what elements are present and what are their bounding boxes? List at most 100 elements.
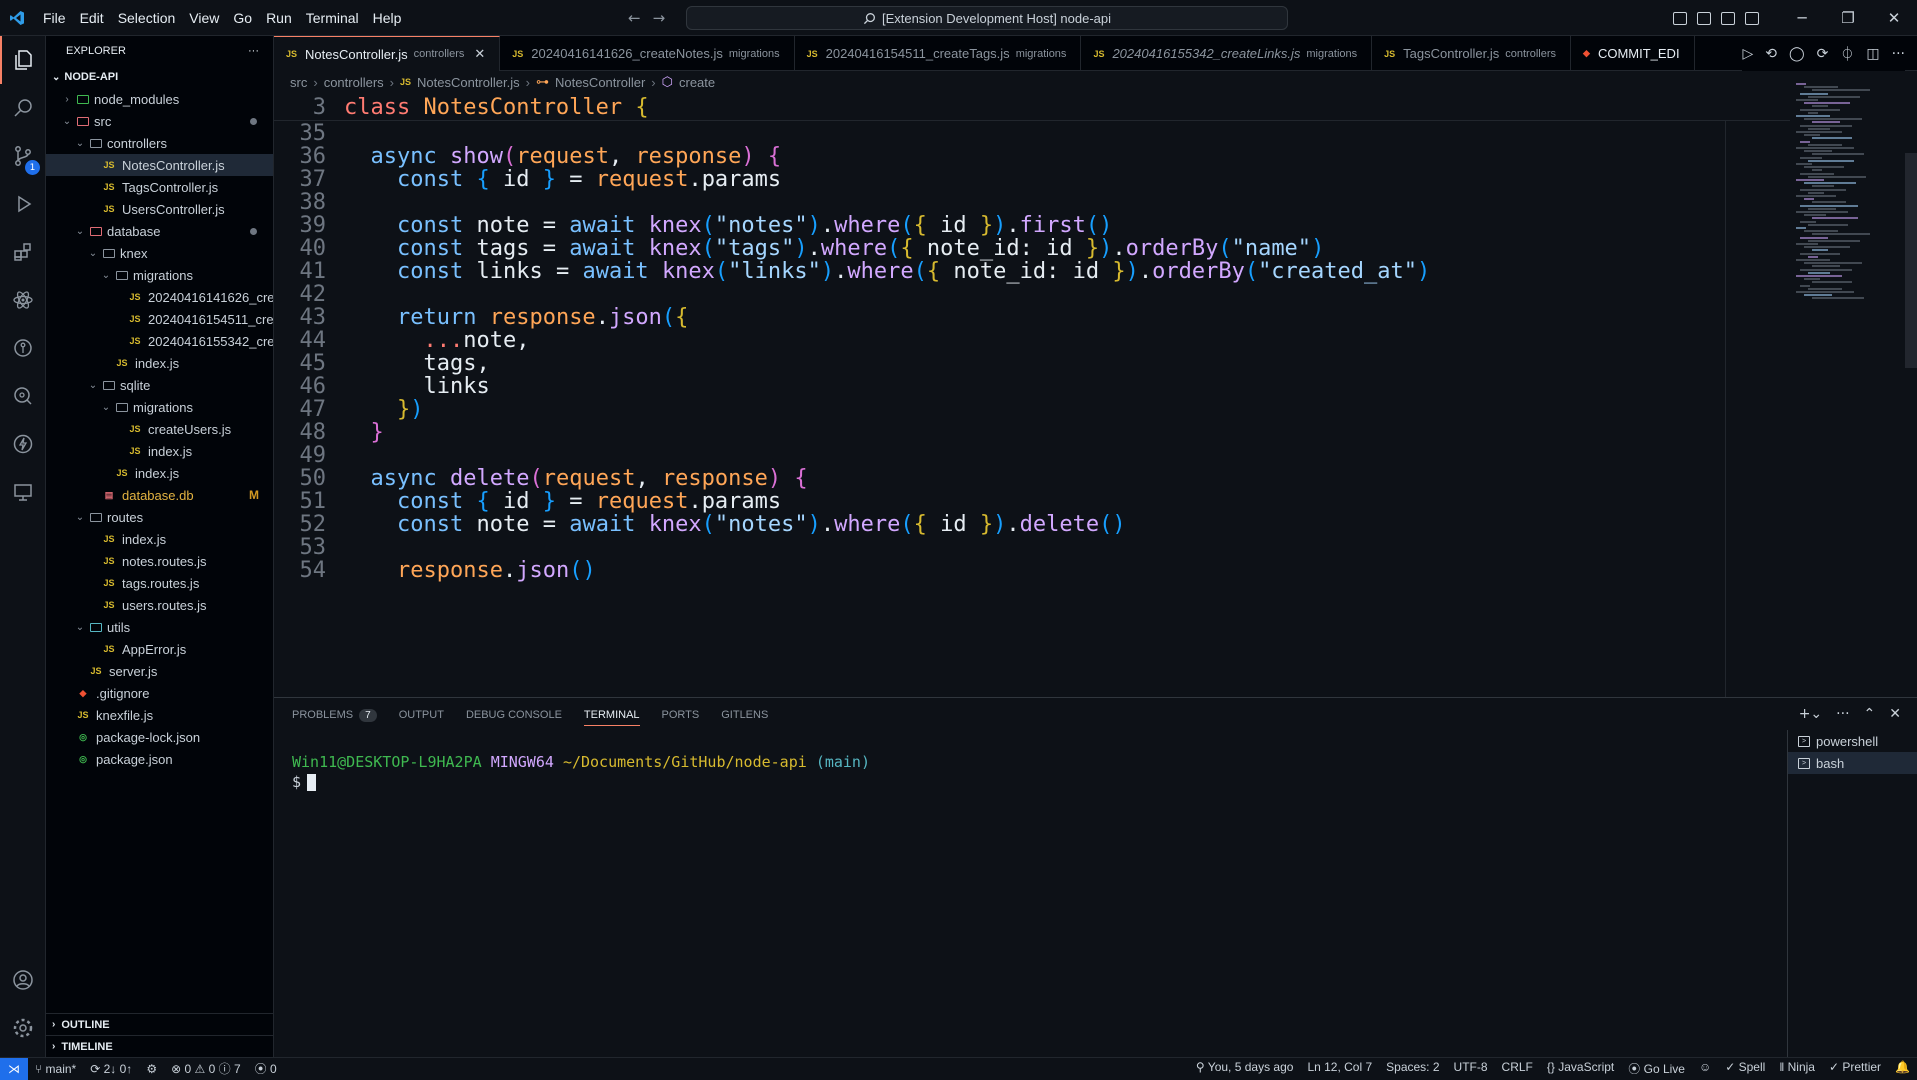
status-language[interactable]: {} JavaScript	[1540, 1060, 1621, 1077]
tree-item[interactable]: ⌄ routes	[46, 506, 273, 528]
remote-indicator-icon[interactable]: ⋊	[0, 1057, 28, 1080]
source-control-icon[interactable]: 1	[0, 132, 46, 180]
tree-item[interactable]: ⌄ migrations	[46, 264, 273, 286]
commit-icon[interactable]: ◯	[1789, 46, 1805, 62]
editor-tab[interactable]: JS 20240416155342_createLinks.js migration…	[1081, 36, 1373, 71]
search-activity-icon[interactable]	[0, 84, 46, 132]
back-arrow-icon[interactable]: ←	[628, 9, 641, 27]
split-editor-icon[interactable]: ◫	[1866, 46, 1879, 62]
explorer-icon[interactable]	[0, 36, 46, 84]
tree-item[interactable]: JS knexfile.js	[46, 704, 273, 726]
tree-item[interactable]: › node_modules	[46, 88, 273, 110]
status-blame[interactable]: ⚲ You, 5 days ago	[1189, 1060, 1301, 1077]
editor-tab[interactable]: JS 20240416141626_createNotes.js migration…	[500, 36, 795, 71]
menu-item-selection[interactable]: Selection	[111, 0, 183, 36]
tree-item[interactable]: JS TagsController.js	[46, 176, 273, 198]
notifications-bell-icon[interactable]: 🔔	[1888, 1060, 1917, 1077]
open-changes-icon[interactable]: ⟲	[1765, 46, 1777, 62]
tree-item[interactable]: ◎ package-lock.json	[46, 726, 273, 748]
explorer-more-button[interactable]: ···	[248, 45, 259, 57]
next-change-icon[interactable]: ⟳	[1817, 46, 1829, 62]
accounts-icon[interactable]	[0, 956, 46, 1004]
tree-item[interactable]: ⌄ sqlite	[46, 374, 273, 396]
status-copilot-icon[interactable]: ☺	[1692, 1060, 1718, 1077]
status-golive[interactable]: ⦿ Go Live	[1621, 1060, 1692, 1077]
menu-item-edit[interactable]: Edit	[73, 0, 111, 36]
tree-item[interactable]: ⌄ knex	[46, 242, 273, 264]
gitlens-inspect-icon[interactable]	[0, 372, 46, 420]
menu-item-go[interactable]: Go	[226, 0, 259, 36]
breadcrumb-item[interactable]: NotesController	[555, 75, 645, 90]
menu-item-terminal[interactable]: Terminal	[299, 0, 366, 36]
panel-tab-terminal[interactable]: TERMINAL	[583, 704, 640, 726]
status-spell[interactable]: ✓ Spell	[1718, 1060, 1772, 1077]
timeline-section[interactable]: › TIMELINE	[46, 1035, 274, 1057]
tree-item[interactable]: ◎ package.json	[46, 748, 273, 770]
new-terminal-icon[interactable]: +⌄	[1799, 706, 1822, 722]
status-gitlens-icon[interactable]: ⚙	[139, 1062, 164, 1076]
forward-arrow-icon[interactable]: →	[653, 9, 666, 27]
tree-item[interactable]: JS index.js	[46, 440, 273, 462]
tree-item[interactable]: JS index.js	[46, 352, 273, 374]
breadcrumb-item[interactable]: create	[679, 75, 715, 90]
tree-item[interactable]: ⌄ migrations	[46, 396, 273, 418]
breadcrumb-item[interactable]: src	[290, 75, 307, 90]
toggle-sidebar-icon[interactable]	[1673, 11, 1687, 25]
status-spaces[interactable]: Spaces: 2	[1379, 1060, 1446, 1077]
menu-item-view[interactable]: View	[182, 0, 226, 36]
terminal-instance[interactable]: > bash	[1788, 752, 1917, 774]
command-center[interactable]: [Extension Development Host] node-api	[686, 6, 1288, 30]
status-sync[interactable]: ⟳ 2↓ 0↑	[83, 1062, 139, 1076]
code-editor[interactable]: 3class NotesController { 34 }3536 async …	[274, 93, 1790, 697]
tree-item[interactable]: ⌄ controllers	[46, 132, 273, 154]
settings-gear-icon[interactable]	[0, 1004, 46, 1052]
extensions-icon[interactable]	[0, 228, 46, 276]
tree-item[interactable]: JS server.js	[46, 660, 273, 682]
breadcrumb-item[interactable]: controllers	[324, 75, 384, 90]
status-prettier[interactable]: ✓ Prettier	[1822, 1060, 1888, 1077]
toggle-panel-icon[interactable]	[1697, 11, 1711, 25]
close-window-button[interactable]: ✕	[1871, 0, 1917, 36]
editor-tab[interactable]: JS TagsController.js controllers	[1372, 36, 1572, 71]
tree-item[interactable]: ◆ .gitignore	[46, 682, 273, 704]
gitlens-commit-icon[interactable]: ⏀	[1840, 44, 1854, 64]
run-icon[interactable]: ▷	[1742, 46, 1753, 62]
tree-item[interactable]: ⌄ utils	[46, 616, 273, 638]
close-tab-icon[interactable]: ✕	[474, 46, 485, 62]
tree-item[interactable]: JS UsersController.js	[46, 198, 273, 220]
minimap-slider[interactable]	[1905, 153, 1917, 368]
panel-tab-debug-console[interactable]: DEBUG CONSOLE	[466, 709, 562, 721]
terminal-output[interactable]: Win11@DESKTOP-L9HA2PA MINGW64 ~/Document…	[292, 752, 870, 792]
tree-item[interactable]: JS 20240416141626_crea...	[46, 286, 273, 308]
more-actions-icon[interactable]: ···	[1892, 46, 1905, 62]
tree-item[interactable]: JS index.js	[46, 462, 273, 484]
workspace-root[interactable]: ⌄ NODE-API	[46, 66, 273, 88]
panel-tab-gitlens[interactable]: GITLENS	[721, 709, 768, 721]
thunder-client-icon[interactable]	[0, 420, 46, 468]
sticky-scroll[interactable]: 3 class NotesController {	[274, 93, 1790, 121]
react-icon[interactable]	[0, 276, 46, 324]
tree-item[interactable]: JS notes.routes.js	[46, 550, 273, 572]
tree-item[interactable]: JS 20240416154511_crea...	[46, 308, 273, 330]
tree-item[interactable]: JS createUsers.js	[46, 418, 273, 440]
tree-item[interactable]: JS AppError.js	[46, 638, 273, 660]
customize-layout-icon[interactable]	[1745, 11, 1759, 25]
status-branch[interactable]: ⑂ main*	[28, 1062, 83, 1076]
tree-item[interactable]: ⌄ database	[46, 220, 273, 242]
tree-item[interactable]: JS 20240416155342_crea...	[46, 330, 273, 352]
status-eol[interactable]: CRLF	[1495, 1060, 1540, 1077]
menu-item-run[interactable]: Run	[259, 0, 299, 36]
tree-item[interactable]: JS NotesController.js	[46, 154, 273, 176]
status-ports[interactable]: ⦿ 0	[248, 1060, 284, 1077]
tree-item[interactable]: JS users.routes.js	[46, 594, 273, 616]
panel-more-icon[interactable]: ···	[1836, 706, 1849, 722]
menu-item-file[interactable]: File	[36, 0, 73, 36]
panel-tab-ports[interactable]: PORTS	[662, 709, 700, 721]
tree-item[interactable]: ▤ database.db M	[46, 484, 273, 506]
maximize-panel-icon[interactable]: ⌃	[1864, 706, 1876, 722]
status-problems[interactable]: ⊗ 0 ⚠ 0 ⓘ 7	[164, 1060, 248, 1077]
gitlens-icon[interactable]	[0, 324, 46, 372]
editor-tab[interactable]: JS 20240416154511_createTags.js migrations	[795, 36, 1082, 71]
status-position[interactable]: Ln 12, Col 7	[1300, 1060, 1379, 1077]
status-encoding[interactable]: UTF-8	[1447, 1060, 1495, 1077]
